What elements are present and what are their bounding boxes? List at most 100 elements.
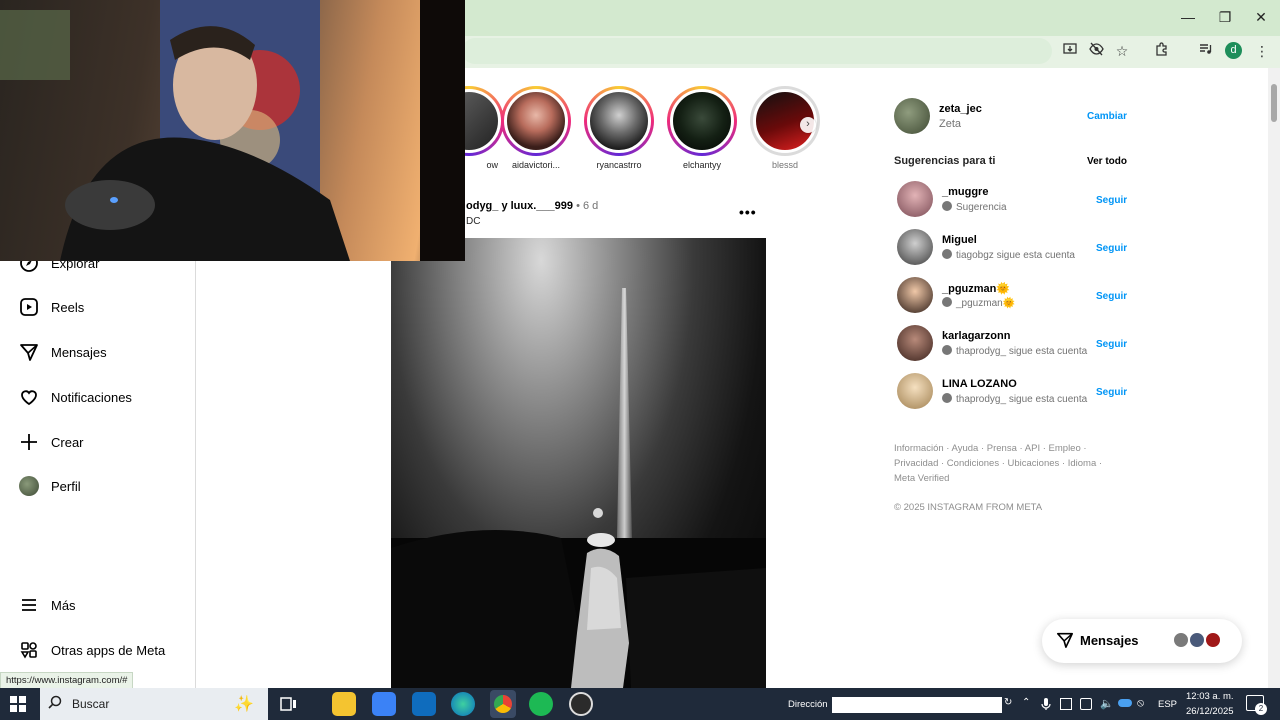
suggestion-avatar[interactable] [897,229,933,265]
network-icon[interactable] [1060,698,1072,710]
eye-off-icon[interactable] [1085,41,1107,61]
nav-label: Otras apps de Meta [51,642,166,658]
story-username: elchantyy [682,160,722,170]
language-indicator[interactable]: ESP [1158,699,1177,710]
address-bar[interactable] [462,38,1052,64]
nav-more[interactable]: Más [18,592,76,618]
chevron-right-icon[interactable]: › [800,117,816,133]
clock-date[interactable]: 26/12/2025 [1186,706,1234,717]
scrollbar-thumb[interactable] [1271,84,1277,122]
current-user-fullname: Zeta [939,118,962,130]
taskbar-active-app[interactable] [490,690,516,718]
address-toolbar-input[interactable] [832,697,1002,713]
suggestion-username[interactable]: _muggre [942,186,988,198]
scrollbar-track[interactable] [1268,68,1280,688]
story-item[interactable]: elchantyy [663,86,741,170]
suggestion-reason: thaprodyg_ sigue esta cuenta [942,345,1087,357]
outlook-icon[interactable] [412,692,436,716]
nav-label: Crear [51,434,84,450]
nav-reels[interactable]: Reels [18,294,84,320]
address-toolbar-label: Dirección [788,699,828,710]
follow-button[interactable]: Seguir [1096,387,1127,398]
minimize-button[interactable]: — [1173,6,1203,28]
nav-label: Mensajes [51,344,107,360]
copyright: © 2025 INSTAGRAM FROM META [894,502,1043,513]
follow-button[interactable]: Seguir [1096,339,1127,350]
current-username[interactable]: zeta_jec [939,103,982,115]
camera-icon[interactable] [1080,698,1092,710]
current-user-avatar[interactable] [894,98,930,134]
story-username: ryancastrro [596,160,642,170]
more-options-icon[interactable]: ••• [739,204,757,220]
suggestion-reason: Sugerencia [942,201,1007,213]
footer-links: Información · Ayuda · Prensa · API · Emp… [894,441,1114,486]
onedrive-icon[interactable] [1118,699,1132,707]
suggestion-avatar[interactable] [897,373,933,409]
post-location[interactable]: DC [466,216,480,227]
speaker-icon[interactable]: 🔈 [1100,697,1114,710]
footer-links-line[interactable]: Información · Ayuda · Prensa · API · Emp… [894,441,1114,456]
edge-icon[interactable] [451,692,475,716]
suggestion-avatar[interactable] [897,181,933,217]
nav-messages[interactable]: Mensajes [18,339,107,365]
suggestion-username[interactable]: Miguel [942,234,977,246]
windows-start-icon[interactable] [10,696,26,717]
footer-links-line[interactable]: Meta Verified [894,471,1114,486]
obs-icon[interactable] [569,692,593,716]
install-app-icon[interactable] [1059,41,1081,61]
plus-icon [18,431,40,453]
chrome-menu-icon[interactable]: ⋮ [1251,41,1273,61]
post-authors[interactable]: odyg_ y luux.___999 [466,200,573,212]
notification-center-icon[interactable]: 2 [1246,695,1267,715]
suggestions-title: Sugerencias para ti [894,155,996,167]
extensions-icon[interactable] [1151,41,1173,61]
spotify-icon[interactable] [529,692,553,716]
media-control-icon[interactable] [1194,41,1216,61]
taskbar-search[interactable]: Buscar ✨ [40,688,268,720]
file-explorer-icon[interactable] [332,692,356,716]
story-item[interactable]: aidavictori... [497,86,575,170]
nav-notifications[interactable]: Notificaciones [18,384,132,410]
nav-label: Más [51,597,76,613]
suggestion-reason: tiagobgz sigue esta cuenta [942,249,1075,261]
reels-icon [18,296,40,318]
search-icon [48,695,62,714]
messages-pill[interactable]: Mensajes [1042,619,1242,663]
nav-meta-apps[interactable]: Otras apps de Meta [18,637,165,663]
hamburger-menu-icon [18,594,40,616]
microphone-icon[interactable] [1041,697,1053,711]
follow-button[interactable]: Seguir [1096,195,1127,206]
suggestion-username[interactable]: karlagarzonn [942,330,1010,342]
refresh-icon[interactable]: ↻ [1004,697,1018,713]
post-image[interactable] [391,238,766,688]
heart-icon [18,386,40,408]
close-window-button[interactable]: ✕ [1246,6,1276,28]
story-username: blessd [771,160,798,170]
see-all-link[interactable]: Ver todo [1087,156,1127,167]
nav-create[interactable]: Crear [18,429,84,455]
profile-avatar-icon[interactable]: d [1225,42,1242,59]
footer-links-line[interactable]: Privacidad · Condiciones · Ubicaciones ·… [894,456,1114,471]
suggestion-username[interactable]: LINA LOZANO [942,378,1017,390]
wifi-off-icon[interactable]: ⦸ [1137,697,1144,710]
clock-time[interactable]: 12:03 a. m. [1186,691,1234,702]
bookmark-star-icon[interactable]: ☆ [1111,41,1133,61]
chrome-icon [494,695,512,713]
maximize-button[interactable]: ❐ [1210,6,1240,28]
meta-apps-icon [18,639,40,661]
suggestion-avatar[interactable] [897,277,933,313]
follow-button[interactable]: Seguir [1096,243,1127,254]
microsoft-store-icon[interactable] [372,692,396,716]
switch-account-link[interactable]: Cambiar [1087,111,1127,122]
follow-button[interactable]: Seguir [1096,291,1127,302]
suggestion-avatar[interactable] [897,325,933,361]
avatar [1204,631,1222,649]
post-time: • 6 d [576,200,599,212]
nav-profile[interactable]: Perfil [18,473,81,499]
suggestion-reason: _pguzman🌞 [942,297,1015,309]
suggestion-username[interactable]: _pguzman🌞 [942,282,1010,295]
chevron-up-icon[interactable]: ⌃ [1022,697,1034,708]
task-view-icon[interactable] [276,692,300,716]
webcam-scene [0,0,465,261]
story-item[interactable]: ryancastrro [580,86,658,170]
